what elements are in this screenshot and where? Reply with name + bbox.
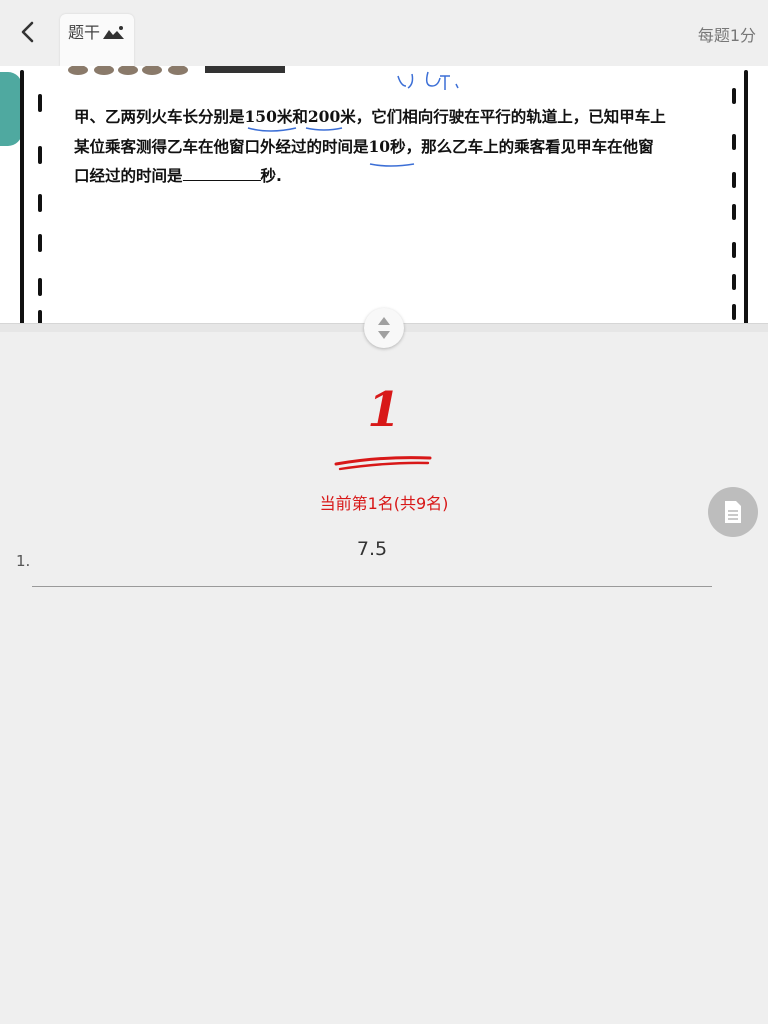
question-segment: 甲、乙两列火车长分别是 bbox=[74, 108, 245, 126]
document-icon bbox=[725, 501, 741, 523]
question-panel: 甲、乙两列火车长分别是150米和200米，它们相向行驶在平行的轨道上，已知甲车上… bbox=[0, 66, 768, 324]
answer-blank bbox=[182, 166, 261, 181]
answer-value: 7.5 bbox=[356, 538, 388, 560]
tab-label: 题干 bbox=[68, 23, 101, 42]
train-a-length: 150 bbox=[244, 107, 277, 126]
tab-question-stem[interactable]: 题干 bbox=[60, 14, 134, 66]
svg-text:1: 1 bbox=[367, 382, 400, 438]
rank-underline-icon bbox=[334, 456, 432, 471]
train-b-length: 200 bbox=[307, 107, 341, 126]
resize-handle[interactable] bbox=[364, 308, 404, 348]
question-segment: 米和 bbox=[276, 108, 308, 126]
rank-status: 当前第1名(共9名) bbox=[319, 494, 449, 513]
document-button[interactable] bbox=[708, 487, 758, 537]
question-segment: 秒，那么乙车上的乘客看见甲车在他窗 bbox=[390, 138, 654, 156]
question-segment: 秒. bbox=[260, 167, 282, 185]
answer-underline bbox=[32, 586, 712, 587]
image-icon bbox=[103, 26, 125, 39]
question-segment: 口经过的时间是 bbox=[74, 167, 183, 185]
question-segment: 某位乘客测得乙车在他窗口外经过的时间是 bbox=[74, 138, 369, 156]
rank-number: 1 bbox=[340, 378, 430, 438]
chevron-left-icon bbox=[21, 21, 34, 43]
expand-collapse-icon bbox=[378, 317, 390, 339]
question-segment: 米，它们相向行驶在平行的轨道上，已知甲车上 bbox=[340, 108, 666, 126]
question-text: 甲、乙两列火车长分别是150米和200米，它们相向行驶在平行的轨道上，已知甲车上… bbox=[74, 102, 684, 191]
back-button[interactable] bbox=[12, 16, 44, 48]
rank-number-graphic: 1 bbox=[367, 382, 400, 438]
top-bar: 题干 每题1分 bbox=[0, 0, 768, 66]
pass-time: 10 bbox=[368, 137, 391, 156]
score-per-question: 每题1分 bbox=[697, 26, 756, 45]
